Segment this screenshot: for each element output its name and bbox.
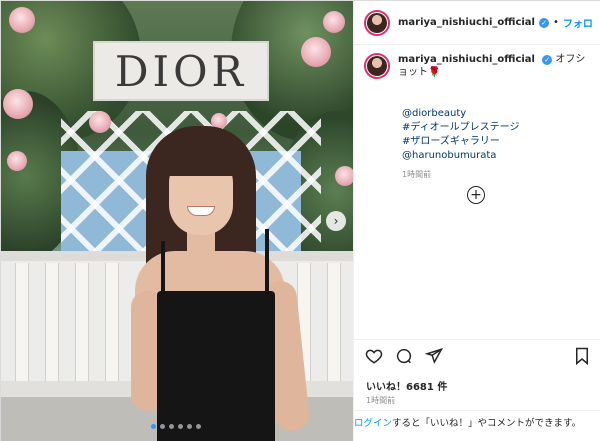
post-side-panel: mariya_nishiuchi_official ✓ • フォロ mariya… [353,1,600,441]
login-prompt: ログインすると「いいね！」やコメントができます。 [354,410,600,430]
header-username[interactable]: mariya_nishiuchi_official [398,17,535,28]
rose [89,111,111,133]
plus-icon: + [470,187,482,203]
login-link[interactable]: ログイン [354,418,392,429]
carousel-dot [178,424,183,429]
caption-mention[interactable]: @diorbeauty [402,107,596,121]
chevron-right-icon: › [333,214,339,228]
carousel-dots [151,424,201,429]
post-timestamp: 1時間前 [366,396,396,405]
carousel-next-button[interactable]: › [326,211,346,231]
caption-avatar[interactable] [364,53,390,79]
bench-slat [105,263,119,383]
share-button[interactable] [424,346,444,366]
bookmark-icon [576,347,588,365]
login-prompt-text: すると「いいね！」やコメントができます。 [392,418,582,429]
rose [335,166,353,186]
bench-slat [45,263,59,383]
verified-badge-icon: ✓ [539,17,549,28]
rose [301,37,331,67]
verified-badge-icon: ✓ [542,55,553,65]
bench-slat [327,263,341,383]
dress-strap [161,241,165,296]
carousel-dot [169,424,174,429]
carousel-dot [151,424,156,429]
comment-button[interactable] [394,346,414,366]
save-button[interactable] [572,346,592,366]
carousel-dot [196,424,201,429]
post-photo[interactable]: DIOR › [1,1,353,441]
comment-icon [396,348,412,364]
rose [3,89,33,119]
instagram-post: DIOR › mariya_nishiuchi_official ✓ • フォロ… [0,0,600,441]
caption-timestamp: 1時間前 [402,170,432,179]
caption-mention[interactable]: @harunobumurata [402,149,596,163]
carousel-dot [187,424,192,429]
share-icon [425,347,443,364]
caption-tags: @diorbeauty #ディオールプレステージ #ザローズギャラリー @har… [402,107,596,163]
load-more-comments-button[interactable]: + [467,186,485,204]
dior-sign: DIOR [93,41,269,101]
dior-sign-text: DIOR [114,46,248,96]
caption: mariya_nishiuchi_official ✓ オフショット🌹 @dio… [364,53,596,180]
heart-icon [365,349,383,364]
header-separator: • [553,17,559,28]
person-dress [157,291,275,441]
rose [7,151,27,171]
avatar[interactable] [364,9,390,36]
carousel-dot [160,424,165,429]
like-button[interactable] [364,346,384,366]
post-header: mariya_nishiuchi_official ✓ • フォロ [354,1,600,45]
rose [9,7,35,33]
follow-button[interactable]: フォロ [563,15,593,30]
bench-slat [15,263,29,383]
dress-strap [265,229,269,295]
caption-hashtag[interactable]: #ディオールプレステージ [402,121,596,135]
caption-hashtag[interactable]: #ザローズギャラリー [402,135,596,149]
caption-username[interactable]: mariya_nishiuchi_official [398,54,535,65]
bench-slat [75,263,89,383]
post-actions: いいね！6681 件 1時間前 ログインすると「いいね！」やコメントができます。 [354,339,600,441]
rose [323,11,345,33]
likes-count[interactable]: いいね！6681 件 [366,378,447,393]
